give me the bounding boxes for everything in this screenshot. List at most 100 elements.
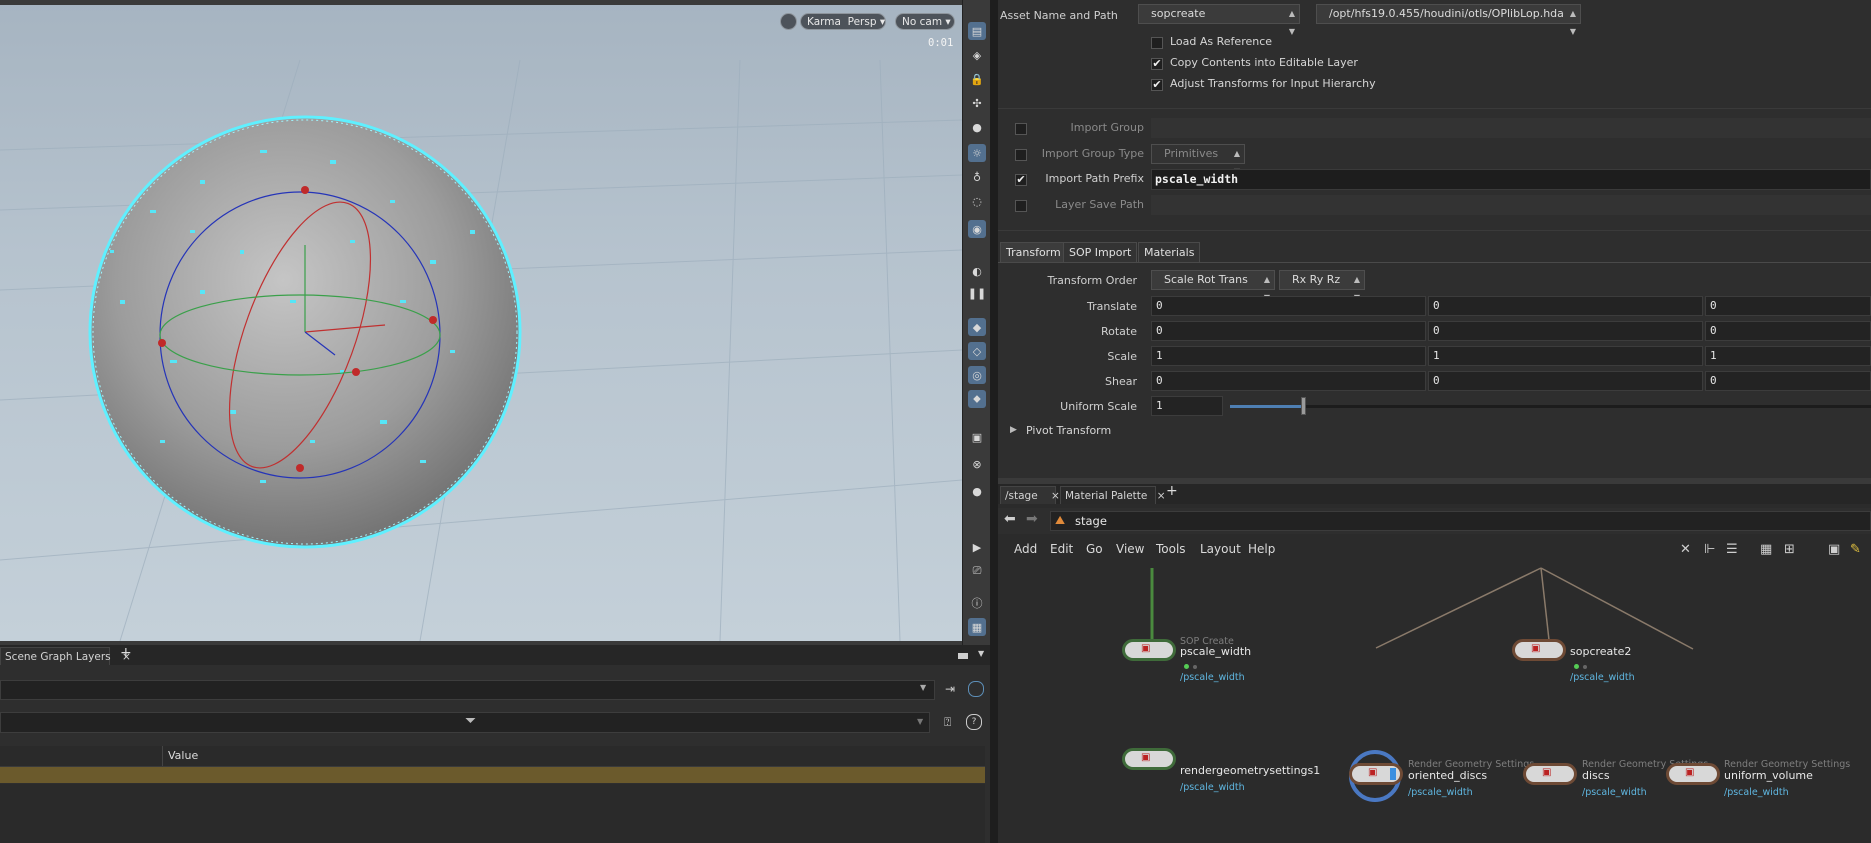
scene-viewport[interactable]: Karma Persp ▾ No cam ▾ 0:01 [0,0,962,641]
view-tool-icon[interactable]: ◈ [968,46,986,64]
node-uniform-volume[interactable]: ▣ [1666,763,1720,785]
table-row[interactable] [0,767,985,783]
scale-y-field[interactable]: 1 [1428,346,1703,366]
filter-icon[interactable]: ⏷ [465,713,476,729]
node-path-label: /pscale_width [1408,787,1473,798]
layer-save-path-toggle[interactable] [1015,200,1027,212]
tab-materials[interactable]: Materials [1138,242,1201,262]
close-circle-icon[interactable]: ⊗ [968,455,986,473]
transform-order-combo[interactable]: Scale Rot Trans▲▼ [1151,270,1275,302]
uniform-scale-field[interactable]: 1 [1151,396,1223,416]
rotate-label: Rotate [1100,325,1137,338]
path-dropdown-icon[interactable]: ▼ [920,683,926,692]
pane-menu-icon[interactable] [958,653,968,659]
node-discs[interactable]: ▣ [1523,763,1577,785]
pane-divider[interactable] [990,0,998,843]
shear-label: Shear [1105,375,1137,388]
tab-scene-graph-layers[interactable]: Scene Graph Layers × [0,647,131,665]
scene-graph-layers-pane: Scene Graph Layers × + ▼ ▼ ⇥ ⏷ ▼ ⍰ ? Val… [0,645,990,843]
asset-name-combo[interactable]: sopcreate ▲ ▼ [1138,4,1300,36]
adjust-transforms-checkbox[interactable]: ✔ [1151,79,1163,91]
asset-path-combo[interactable]: /opt/hfs19.0.455/houdini/otls/OPlibLop.h… [1316,4,1581,36]
grid-layout-icon[interactable]: ▦ [968,618,986,636]
node-path-label: /pscale_width [1180,782,1245,793]
shading-icon[interactable]: ● [968,118,986,136]
import-group-type-toggle[interactable] [1015,149,1027,161]
pivot-transform-folder[interactable]: Pivot Transform [1026,424,1111,437]
rotate-z-field[interactable]: 0 [1705,321,1871,341]
display-filter-icon[interactable]: ◆ [968,318,986,336]
import-group-type-value: Primitives [1164,147,1219,160]
layer-save-path-field[interactable] [1151,195,1871,215]
info-icon[interactable]: ⓘ [968,594,986,612]
pin-icon[interactable]: ⇥ [945,682,955,696]
translate-z-field[interactable]: 0 [1705,296,1871,316]
flipbook-icon[interactable]: ▶ [968,538,986,556]
import-group-type-combo[interactable]: Primitives▲▼ [1151,144,1245,176]
copy-contents-checkbox[interactable]: ✔ [1151,58,1163,70]
import-path-prefix-label: Import Path Prefix [1045,172,1144,185]
link-icon[interactable] [968,681,984,697]
light-icon[interactable]: ☼ [968,144,986,162]
node-flag-icon [1583,665,1587,669]
node-sopcreate2[interactable]: ▣ [1512,639,1566,661]
node-icon: ▣ [1368,767,1378,778]
layer-path-field[interactable] [0,680,935,700]
renderer-label: Karma [807,16,841,28]
column-divider[interactable] [162,746,163,766]
load-as-reference-label: Load As Reference [1170,35,1273,48]
filter-dropdown-icon[interactable]: ▼ [917,717,923,726]
display-options-icon[interactable]: ▤ [968,22,986,40]
column-header-value[interactable]: Value [168,749,198,762]
translate-x-field[interactable]: 0 [1151,296,1426,316]
help-locked-icon[interactable]: ⍰ [944,715,951,730]
uniform-scale-slider-track[interactable] [1230,405,1871,408]
import-path-prefix-toggle[interactable]: ✔ [1015,174,1027,186]
expand-arrow-icon[interactable]: ▶ [1010,425,1017,435]
rotate-x-field[interactable]: 0 [1151,321,1426,341]
pause-icon[interactable]: ❚❚ [968,284,986,302]
help-icon[interactable]: ? [966,714,982,730]
render-region-icon[interactable]: ▣ [968,428,986,446]
load-as-reference-checkbox[interactable] [1151,37,1163,49]
node-pscale-width[interactable]: ▣ [1122,639,1176,661]
scale-x-field[interactable]: 1 [1151,346,1426,366]
renderer-camera-menu[interactable]: Karma Persp ▾ [800,13,886,30]
ghost-icon[interactable]: ⬥ [968,390,986,408]
shear-y-field[interactable]: 0 [1428,371,1703,391]
transform-order-label: Transform Order [1047,274,1137,287]
headlight-icon[interactable]: ◌ [968,192,986,210]
selection-icon[interactable]: ◎ [968,366,986,384]
camera-menu[interactable]: No cam ▾ [895,13,955,30]
node-name-label: uniform_volume [1724,769,1813,782]
import-path-prefix-field[interactable]: pscale_width [1151,169,1871,190]
uniform-scale-slider-handle[interactable] [1301,397,1306,415]
tab-label: Scene Graph Layers [5,651,111,663]
node-oriented-discs[interactable]: ▣ [1349,763,1403,785]
sphere-icon[interactable]: ● [968,482,986,500]
tab-sop-import[interactable]: SOP Import [1063,242,1138,262]
tab-transform[interactable]: Transform [1000,242,1067,262]
lock-icon[interactable]: 🔒 [968,70,986,88]
template-icon[interactable]: ◇ [968,342,986,360]
bulb-icon[interactable]: ♁ [968,168,986,186]
translate-y-field[interactable]: 0 [1428,296,1703,316]
viewport-scene [0,59,962,641]
eye-icon[interactable]: ◐ [968,262,986,280]
lock-camera-icon[interactable] [780,13,797,30]
snapshot-icon[interactable]: ⎚ [968,562,986,580]
shear-z-field[interactable]: 0 [1705,371,1871,391]
camera-view-icon[interactable]: ◉ [968,220,986,238]
import-group-field[interactable] [1151,118,1871,138]
pane-dropdown-icon[interactable]: ▼ [978,649,984,658]
import-group-toggle[interactable] [1015,123,1027,135]
rotate-y-field[interactable]: 0 [1428,321,1703,341]
divider [998,230,1871,231]
rotate-order-combo[interactable]: Rx Ry Rz▲▼ [1279,270,1365,302]
add-tab-icon[interactable]: + [120,645,132,661]
node-icon: ▣ [1141,643,1151,654]
scale-z-field[interactable]: 1 [1705,346,1871,366]
node-rendergeometrysettings1[interactable]: ▣ [1122,748,1176,770]
snap-icon[interactable]: ✣ [968,94,986,112]
shear-x-field[interactable]: 0 [1151,371,1426,391]
